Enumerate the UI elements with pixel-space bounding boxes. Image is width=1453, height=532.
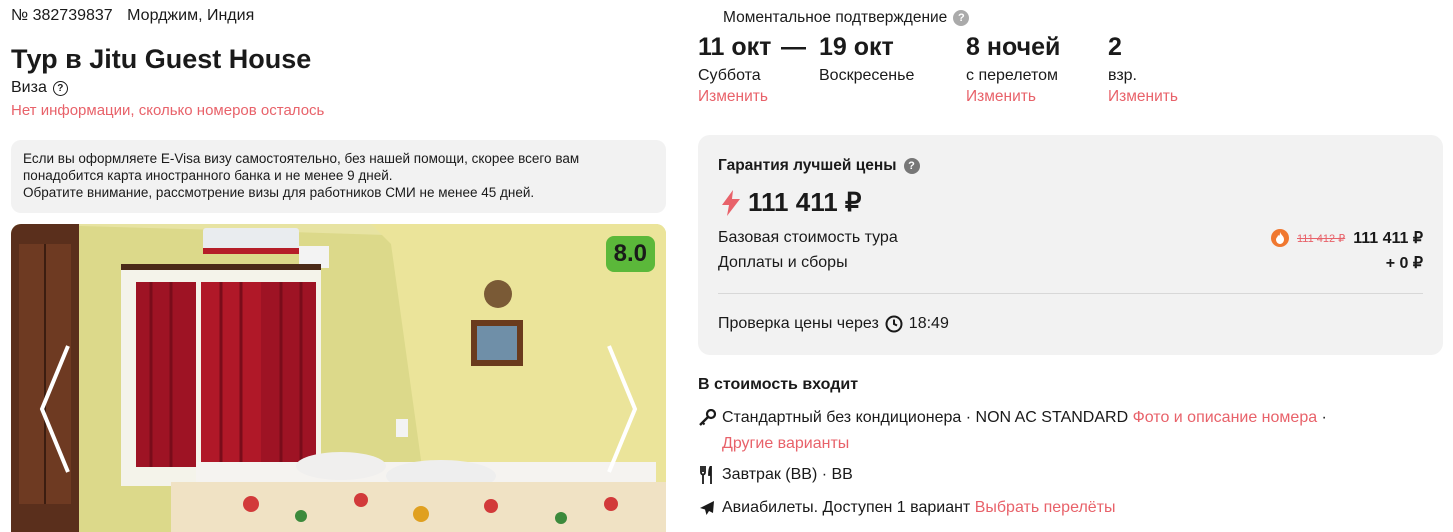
fork-knife-icon [698,465,716,485]
base-price-value: 111 411 ₽ [1353,230,1423,247]
hotel-photo-gallery[interactable]: 8.0 [11,224,666,532]
visa-info-line2: Обратите внимание, рассмотрение визы для… [23,185,535,200]
change-adults-link[interactable]: Изменить [1108,88,1178,106]
flight-text: Авиабилеты. Доступен 1 вариант [722,499,971,516]
tour-location: Морджим, Индия [127,7,255,24]
tour-meta: № 382739837 Морджим, Индия [11,7,254,25]
chevron-right-icon [607,345,638,473]
nights: 8 ночей с перелетом Изменить [966,33,1060,106]
adults-value: 2 [1108,33,1122,61]
room-separator: · [1317,409,1327,426]
rooms-left-note: Нет информации, сколько номеров осталось [11,102,325,119]
hotel-room-photo [11,224,666,532]
room-details-link[interactable]: Фото и описание номера [1133,409,1318,426]
included-meal: Завтрак (BB) · BB [698,465,1443,488]
base-price-values: 111 412 ₽ 111 411 ₽ [1271,228,1423,248]
photo-prev-button[interactable] [36,344,76,474]
rating-badge: 8.0 [605,236,655,272]
key-icon [698,408,716,428]
fire-icon [1271,229,1289,247]
date-from: 11 окт Суббота Изменить [698,33,771,106]
included-flight: Авиабилеты. Доступен 1 вариант Выбрать п… [698,498,1443,521]
price-check: Проверка цены через 18:49 [718,315,949,333]
divider [718,293,1423,294]
visa-info-box: Если вы оформляете E-Visa визу самостоят… [11,140,666,213]
included-room-text: Стандартный без кондиционера · NON AC ST… [722,405,1327,457]
date-from-day: Суббота [698,67,761,84]
clock-icon [885,315,903,333]
change-nights-link[interactable]: Изменить [966,88,1060,106]
tour-summary: № 382739837 Морджим, Индия Тур в Jitu Gu… [0,0,680,532]
lightning-icon [722,189,740,216]
price-guarantee: Гарантия лучшей цены ? [718,157,920,175]
page-title: Тур в Jitu Guest House [11,44,312,74]
instant-confirmation: Моментальное подтверждение ? [723,9,970,27]
instant-confirmation-label: Моментальное подтверждение [723,9,948,26]
airplane-icon [698,498,716,518]
chevron-left-icon [39,345,70,473]
total-price-value: 111 411 ₽ [748,187,862,217]
date-to-value: 19 окт [819,33,894,61]
room-description: Стандартный без кондиционера · NON AC ST… [722,409,1129,426]
fees-label: Доплаты и сборы [718,254,848,271]
date-dash: — [781,33,806,61]
price-box: Гарантия лучшей цены ? 111 411 ₽ Базовая… [698,135,1443,355]
visa-row: Виза ? [11,79,68,97]
other-options-link[interactable]: Другие варианты [722,435,849,452]
tour-number: № 382739837 [11,7,113,24]
booking-panel: Моментальное подтверждение ? 11 окт Субб… [698,0,1443,532]
trip-dates: 11 окт Суббота Изменить — 19 окт Воскрес… [698,33,1443,113]
base-price-old: 111 412 ₽ [1297,232,1346,245]
included-title: В стоимость входит [698,376,859,393]
visa-label: Виза [11,79,47,96]
included-room: Стандартный без кондиционера · NON AC ST… [698,408,1443,457]
date-to-day: Воскресенье [819,67,915,84]
total-price: 111 411 ₽ [722,187,861,218]
date-from-value: 11 окт [698,33,772,61]
fees-row: Доплаты и сборы + 0 ₽ [718,253,1423,273]
help-icon[interactable]: ? [953,10,970,26]
fees-value: + 0 ₽ [1385,255,1423,272]
included-flight-text: Авиабилеты. Доступен 1 вариант Выбрать п… [722,495,1116,521]
nights-value: 8 ночей [966,33,1061,61]
base-price-label: Базовая стоимость тура [718,229,898,246]
base-price-row: Базовая стоимость тура 111 412 ₽ 111 411… [718,228,1423,248]
adults: 2 взр. Изменить [1108,33,1178,106]
help-icon[interactable]: ? [903,158,920,174]
choose-flights-link[interactable]: Выбрать перелёты [975,499,1116,516]
help-icon[interactable]: ? [52,80,68,96]
nights-sub: с перелетом [966,67,1059,84]
price-check-label: Проверка цены через [718,315,879,332]
change-dates-link[interactable]: Изменить [698,88,771,106]
date-to: 19 окт Воскресенье [819,33,914,85]
price-check-timer: 18:49 [908,315,949,332]
photo-next-button[interactable] [601,344,641,474]
price-guarantee-label: Гарантия лучшей цены [718,157,897,174]
meal-text: Завтрак (BB) · BB [722,466,853,483]
adults-sub: взр. [1108,67,1137,84]
visa-info-line1: Если вы оформляете E-Visa визу самостоят… [23,151,580,183]
